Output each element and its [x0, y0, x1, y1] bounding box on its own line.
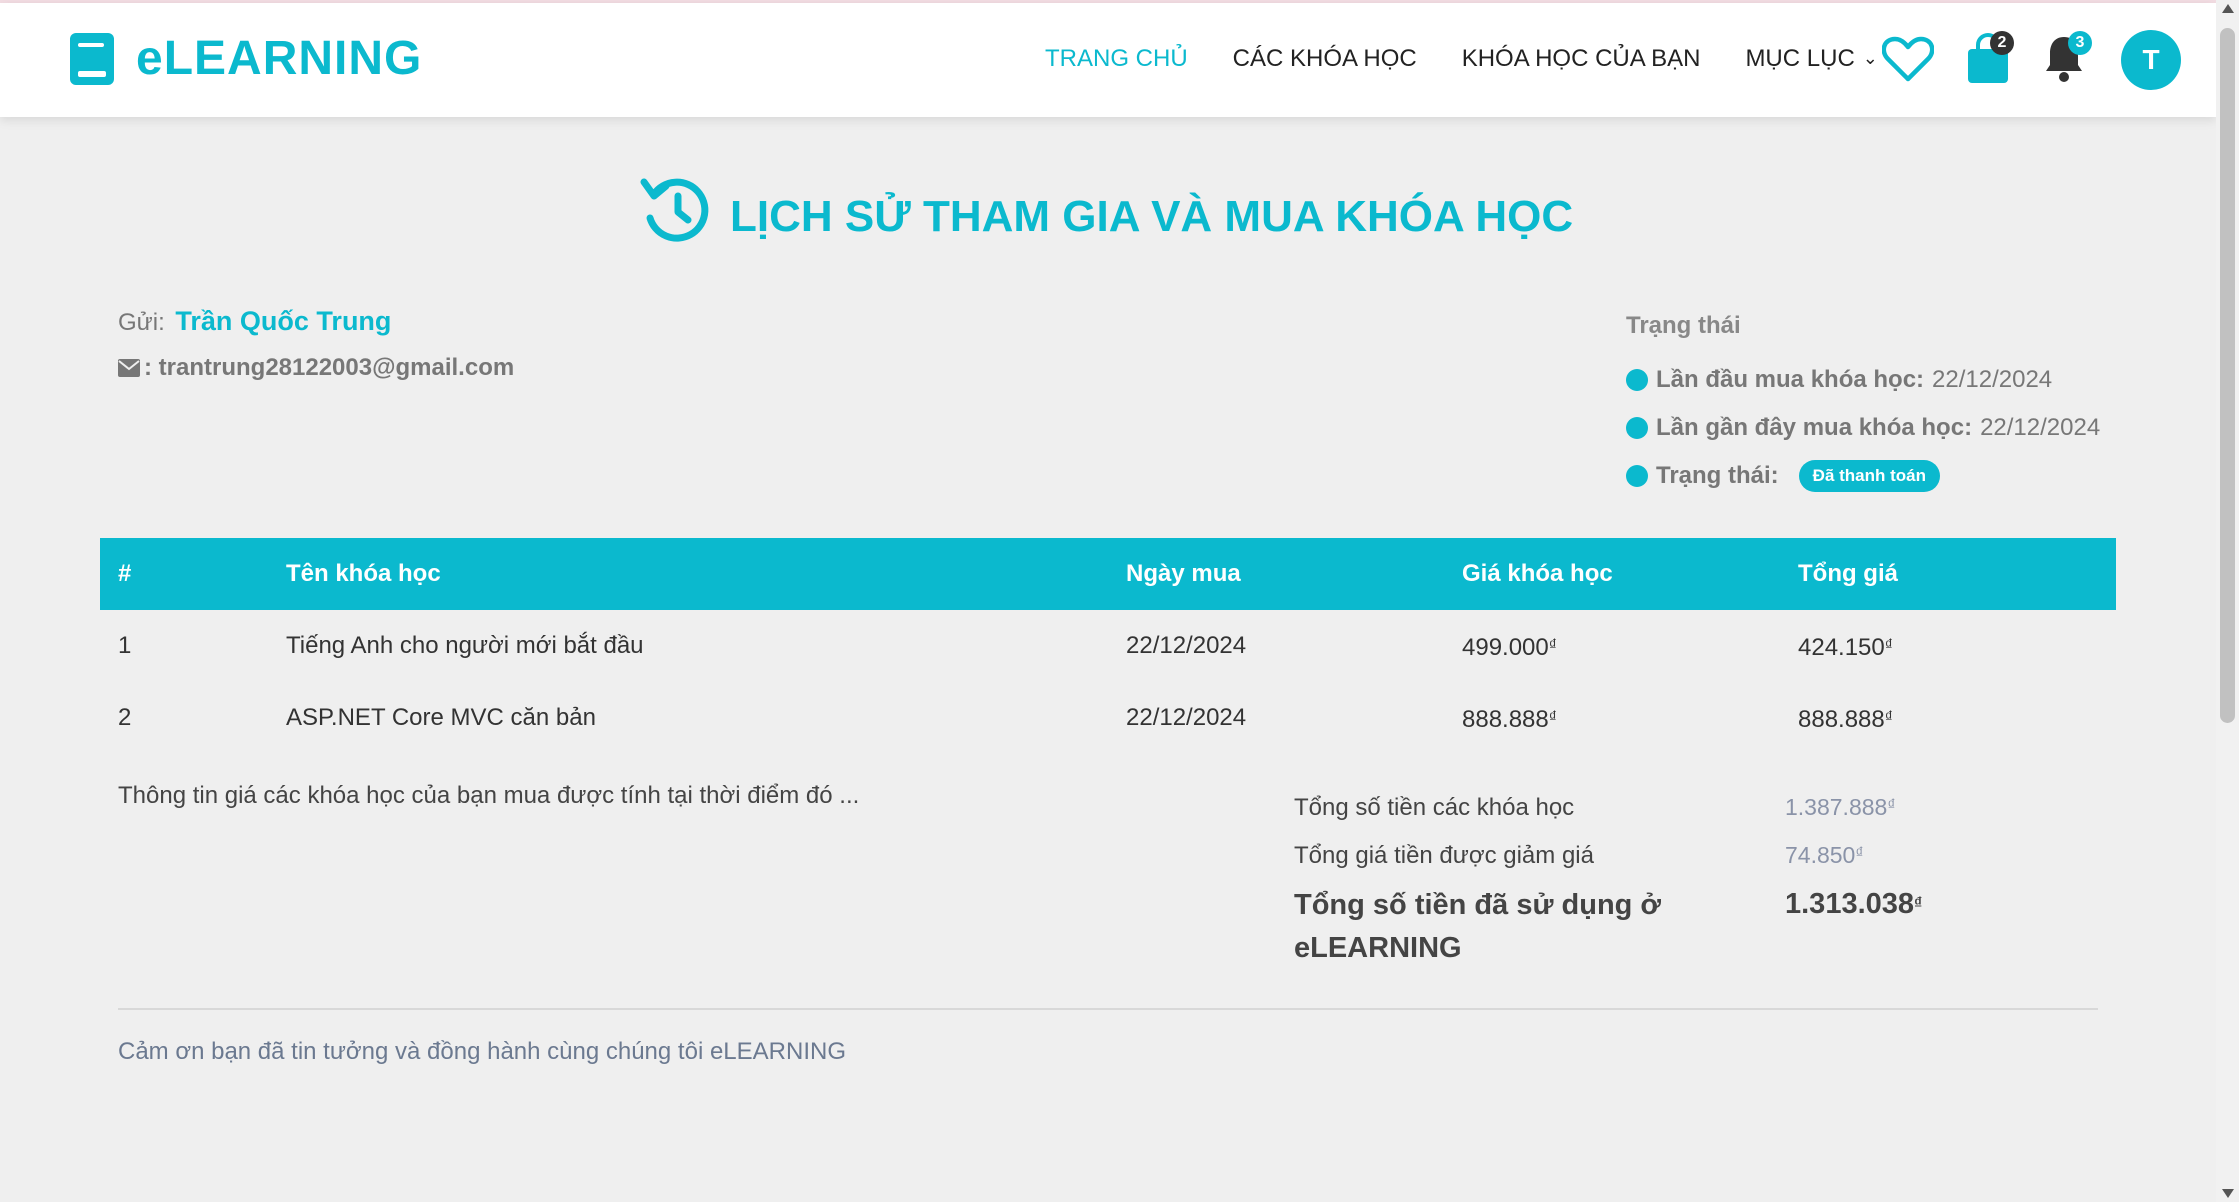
cell-course: Tiếng Anh cho người mới bắt đầu: [286, 632, 644, 659]
page-title-text: LỊCH SỬ THAM GIA VÀ MUA KHÓA HỌC: [730, 192, 1574, 241]
currency-symbol: ₫: [1884, 709, 1893, 726]
nav-courses[interactable]: CÁC KHÓA HỌC: [1233, 45, 1417, 73]
status-heading: Trạng thái: [1626, 312, 1741, 339]
cell-price: 499.000₫: [1462, 610, 1557, 684]
scroll-down-arrow-icon[interactable]: [2222, 1189, 2234, 1198]
cell-index: 1: [118, 632, 132, 659]
status-first-purchase: Lần đầu mua khóa học: 22/12/2024: [1626, 356, 2100, 404]
status-payment: Trạng thái: Đã thanh toán: [1626, 452, 2100, 500]
first-purchase-label: Lần đầu mua khóa học:: [1656, 366, 1925, 393]
col-header-index: #: [118, 560, 132, 587]
notification-count-badge: 3: [2068, 31, 2092, 55]
status-dot-icon: [1626, 465, 1648, 487]
cell-total: 424.150₫: [1798, 610, 1893, 684]
cell-price: 888.888₫: [1462, 682, 1557, 756]
currency-symbol: ₫: [1855, 845, 1864, 862]
table-row: 2 ASP.NET Core MVC căn bản 22/12/2024 88…: [100, 682, 2116, 754]
thanks-message: Cảm ơn bạn đã tin tưởng và đồng hành cùn…: [118, 1038, 846, 1065]
sender-line: Gửi: Trần Quốc Trung: [118, 306, 391, 337]
chevron-down-icon: ⌄: [1862, 48, 1878, 68]
cell-total: 888.888₫: [1798, 682, 1893, 756]
cell-date: 22/12/2024: [1126, 704, 1247, 731]
cell-course: ASP.NET Core MVC căn bản: [286, 704, 596, 731]
navbar: eLEARNING TRANG CHỦ CÁC KHÓA HỌC KHÓA HỌ…: [0, 3, 2216, 117]
brand-logo[interactable]: eLEARNING: [70, 31, 422, 86]
cell-date: 22/12/2024: [1126, 632, 1247, 659]
cell-index: 2: [118, 704, 132, 731]
total-value: 888.888: [1798, 706, 1885, 733]
nav-home[interactable]: TRANG CHỦ: [1045, 45, 1188, 73]
status-dot-icon: [1626, 417, 1648, 439]
nav-menu: TRANG CHỦ CÁC KHÓA HỌC KHÓA HỌC CỦA BẠN …: [1045, 45, 1923, 73]
subtotal-amount: 1.387.888: [1785, 794, 1888, 820]
sender-label: Gửi:: [118, 309, 165, 336]
latest-purchase-label: Lần gần đây mua khóa học:: [1656, 414, 1973, 441]
cart-button[interactable]: 2: [1966, 31, 2014, 85]
discount-label: Tổng giá tiền được giảm giá: [1294, 842, 1594, 869]
envelope-icon: [118, 359, 140, 377]
scroll-up-arrow-icon[interactable]: [2222, 4, 2234, 13]
grand-total-label: Tổng số tiền đã sử dụng ở eLEARNING: [1294, 889, 1662, 964]
currency-symbol: ₫: [1914, 895, 1923, 912]
grand-total-value: 1.313.038₫: [1785, 888, 1922, 921]
customer-email: : trantrung28122003@gmail.com: [144, 354, 515, 381]
scroll-thumb[interactable]: [2220, 28, 2235, 723]
price-value: 888.888: [1462, 706, 1549, 733]
first-purchase-value: 22/12/2024: [1932, 366, 2053, 393]
brand-name: eLEARNING: [136, 32, 423, 85]
user-avatar[interactable]: T: [2121, 30, 2181, 90]
currency-symbol: ₫: [1548, 637, 1557, 654]
history-icon: [640, 178, 709, 242]
discount-amount: 74.850: [1785, 842, 1856, 868]
notification-button[interactable]: 3: [2044, 31, 2092, 85]
latest-purchase-value: 22/12/2024: [1980, 414, 2101, 441]
col-header-price: Giá khóa học: [1462, 560, 1613, 587]
customer-name: Trần Quốc Trung: [175, 306, 392, 336]
cart-count-badge: 2: [1990, 31, 2014, 55]
col-header-date: Ngày mua: [1126, 560, 1241, 587]
nav-catalog-dropdown[interactable]: MỤC LỤC ⌄: [1745, 45, 1877, 73]
page-scrollbar[interactable]: [2216, 0, 2239, 1202]
col-header-course: Tên khóa học: [286, 560, 441, 587]
discount-value: 74.850₫: [1785, 842, 1864, 869]
book-icon: [70, 32, 114, 85]
currency-symbol: ₫: [1884, 637, 1893, 654]
status-latest-purchase: Lần gần đây mua khóa học: 22/12/2024: [1626, 404, 2100, 452]
currency-symbol: ₫: [1887, 797, 1896, 814]
status-block: Trạng thái Lần đầu mua khóa học: 22/12/2…: [1626, 312, 2100, 500]
subtotal-value: 1.387.888₫: [1785, 794, 1896, 821]
nav-my-courses[interactable]: KHÓA HỌC CỦA BẠN: [1462, 45, 1701, 73]
heart-icon[interactable]: [1882, 35, 1934, 83]
email-line: : trantrung28122003@gmail.com: [118, 354, 514, 382]
table-row: 1 Tiếng Anh cho người mới bắt đầu 22/12/…: [100, 610, 2116, 682]
price-note: Thông tin giá các khóa học của bạn mua đ…: [118, 782, 860, 809]
col-header-total: Tổng giá: [1798, 560, 1898, 587]
purchase-history-table: # Tên khóa học Ngày mua Giá khóa học Tổn…: [100, 538, 2116, 754]
price-value: 499.000: [1462, 634, 1549, 661]
total-value: 424.150: [1798, 634, 1885, 661]
grand-total-amount: 1.313.038: [1785, 888, 1915, 920]
currency-symbol: ₫: [1548, 709, 1557, 726]
status-badge: Đã thanh toán: [1798, 460, 1941, 492]
table-header: # Tên khóa học Ngày mua Giá khóa học Tổn…: [100, 538, 2116, 610]
subtotal-label: Tổng số tiền các khóa học: [1294, 794, 1575, 821]
page-title: LỊCH SỬ THAM GIA VÀ MUA KHÓA HỌC: [640, 172, 1573, 248]
nav-catalog-label: MỤC LỤC: [1745, 45, 1855, 72]
footer-divider: [118, 1008, 2098, 1010]
payment-state-label: Trạng thái:: [1656, 462, 1779, 489]
status-dot-icon: [1626, 369, 1648, 391]
